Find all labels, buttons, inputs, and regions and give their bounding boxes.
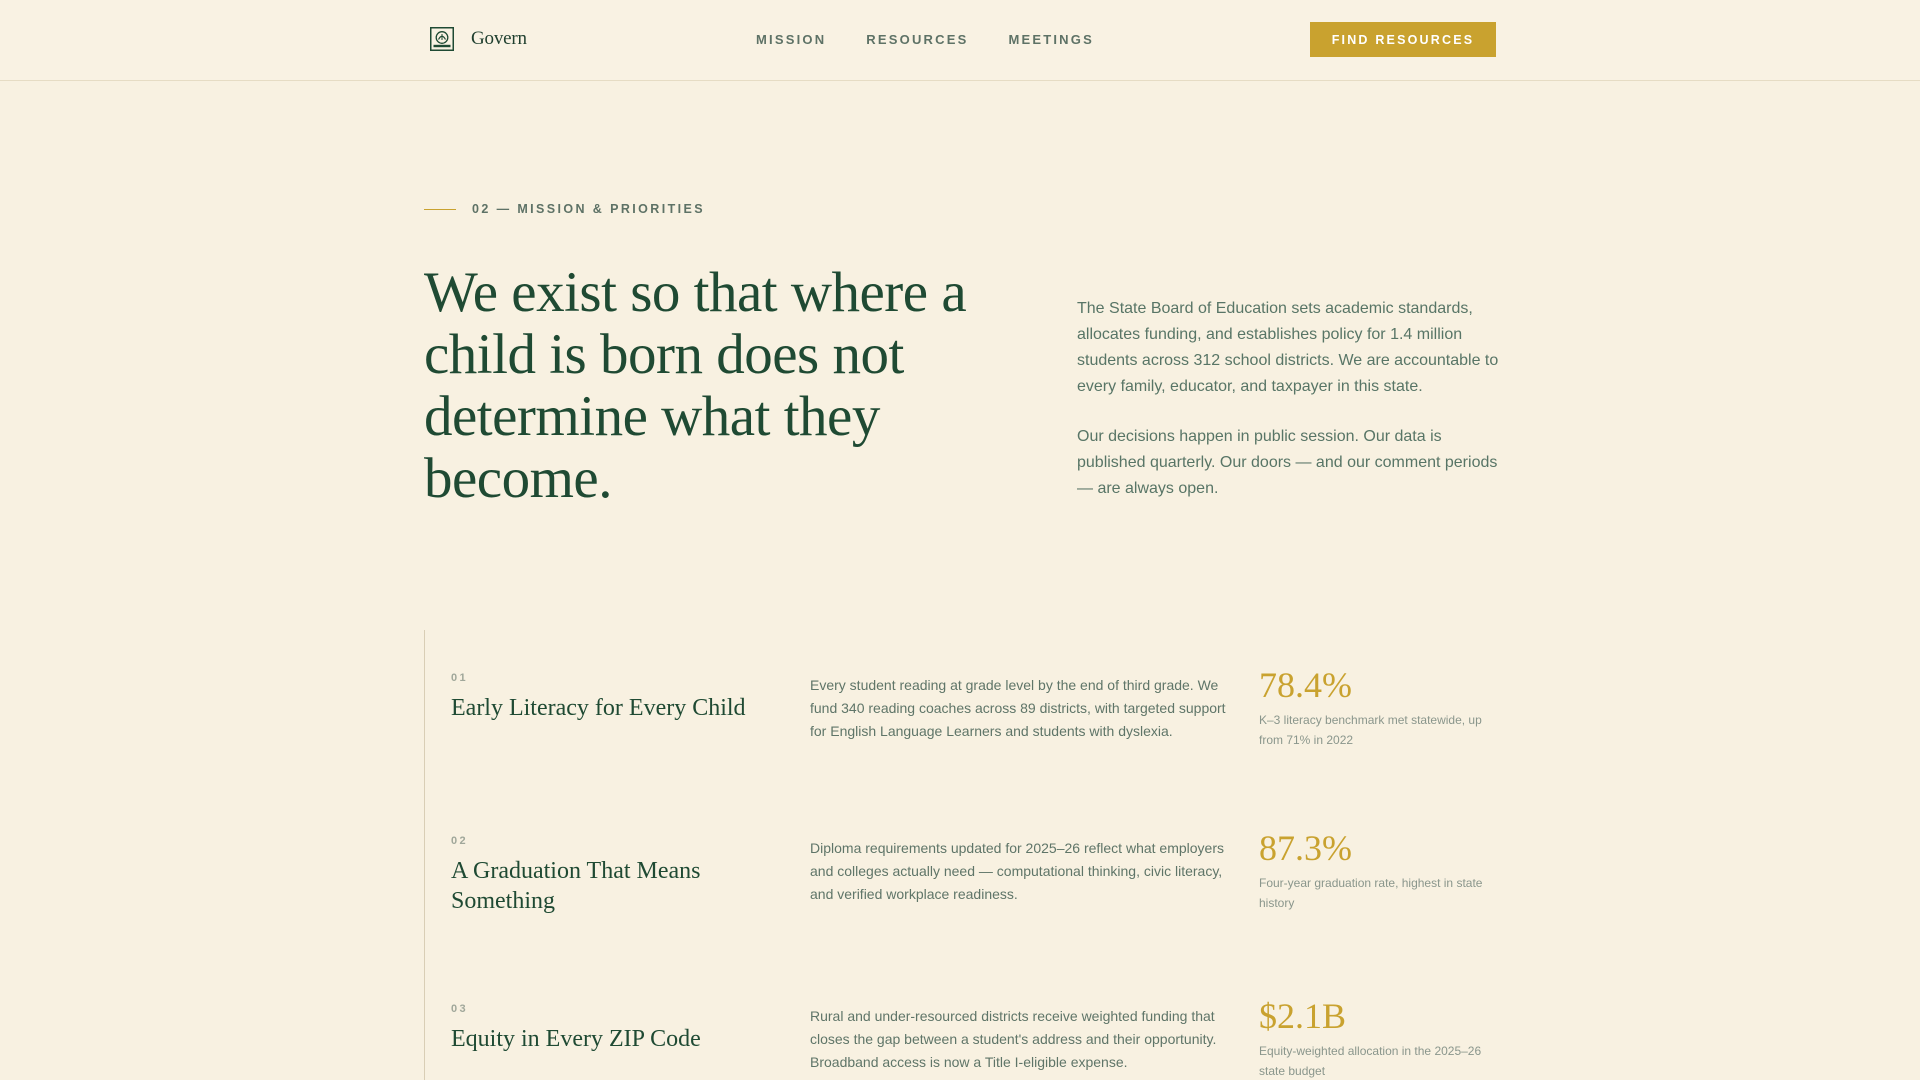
stat-label: K–3 literacy benchmark met statewide, up… (1259, 713, 1482, 747)
stat-value: 78.4% (1259, 665, 1352, 705)
seal-icon (430, 27, 454, 51)
priorities-list: 01 Early Literacy for Every Child Every … (424, 630, 1497, 1080)
priority-stat: 78.4% K–3 literacy benchmark met statewi… (1259, 663, 1499, 750)
eyebrow-rule (424, 208, 456, 210)
priority-description: Diploma requirements updated for 2025–26… (810, 840, 1225, 902)
priority-number: 03 (451, 1003, 469, 1015)
site-header: Govern MISSION RESOURCES MEETINGS FIND R… (0, 0, 1920, 81)
priority-description: Rural and under-resourced districts rece… (810, 1008, 1217, 1070)
main-nav: MISSION RESOURCES MEETINGS (756, 33, 1134, 47)
mission-headline: We exist so that where a child is born d… (424, 261, 967, 510)
intro-paragraph: Our decisions happen in public session. … (1077, 428, 1498, 497)
stat-label: Four-year graduation rate, highest in st… (1259, 876, 1483, 910)
nav-meetings[interactable]: MEETINGS (1008, 33, 1094, 47)
mission-intro: The State Board of Education sets academ… (1077, 296, 1502, 526)
eyebrow-label: 02 — MISSION & PRIORITIES (472, 202, 705, 216)
brand-logo[interactable]: Govern (430, 27, 527, 51)
intro-paragraph: The State Board of Education sets academ… (1077, 300, 1499, 395)
stat-label: Equity-weighted allocation in the 2025–2… (1259, 1044, 1482, 1078)
priority-number: 01 (451, 672, 469, 684)
nav-resources[interactable]: RESOURCES (866, 33, 968, 47)
nav-mission[interactable]: MISSION (756, 33, 826, 47)
find-resources-button[interactable]: FIND RESOURCES (1310, 22, 1496, 57)
stat-value: 87.3% (1259, 828, 1352, 868)
brand-name: Govern (471, 28, 527, 49)
priority-stat: 87.3% Four-year graduation rate, highest… (1259, 826, 1499, 913)
priority-title: Early Literacy for Every Child (451, 695, 746, 721)
section-eyebrow: 02 — MISSION & PRIORITIES (424, 202, 705, 216)
priority-description: Every student reading at grade level by … (810, 677, 1226, 739)
stat-value: $2.1B (1259, 996, 1347, 1036)
priority-title: A Graduation That Means Something (451, 858, 701, 914)
priority-title: Equity in Every ZIP Code (451, 1026, 701, 1052)
priority-stat: $2.1B Equity-weighted allocation in the … (1259, 994, 1499, 1080)
priority-number: 02 (451, 835, 469, 847)
